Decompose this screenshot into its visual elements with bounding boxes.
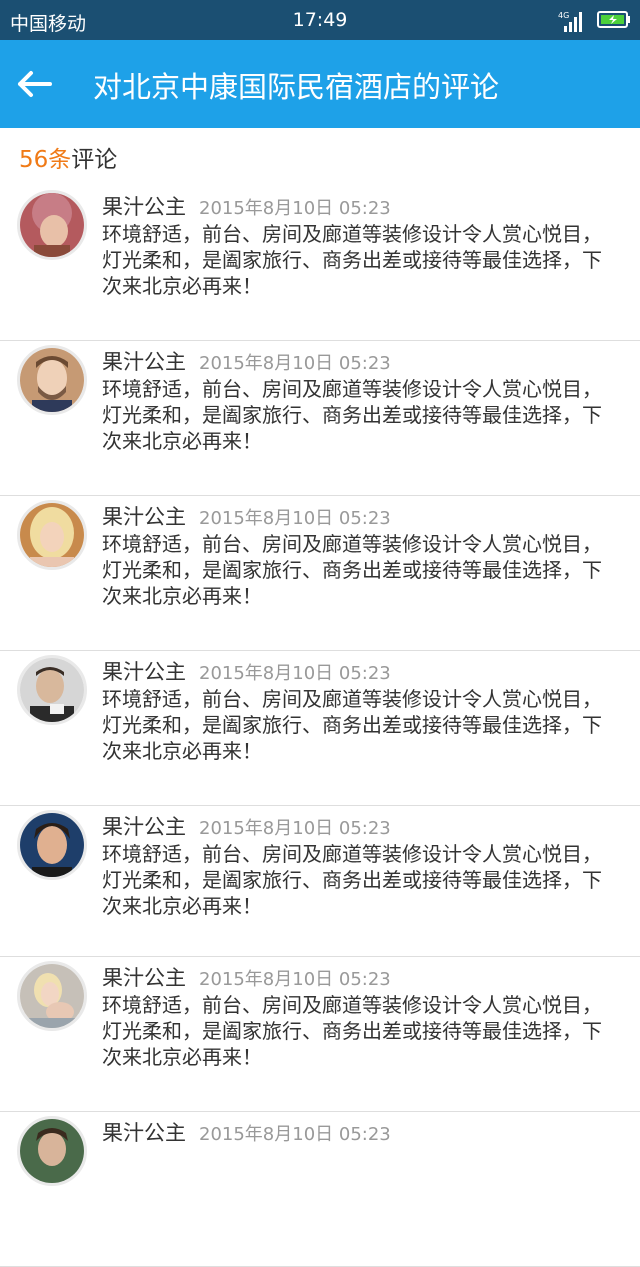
review-date: 2015年8月10日 05:23 [199, 663, 391, 684]
reviewer-name: 果汁公主 [102, 505, 186, 529]
review-count-label: 评论 [71, 147, 118, 173]
avatar[interactable] [17, 961, 87, 1031]
review-date: 2015年8月10日 05:23 [199, 969, 391, 990]
review-item: 果汁公主 2015年8月10日 05:23 环境舒适，前台、房间及廊道等装修设计… [0, 806, 640, 957]
reviewer-name: 果汁公主 [102, 815, 186, 839]
review-date: 2015年8月10日 05:23 [199, 353, 391, 374]
review-text: 环境舒适，前台、房间及廊道等装修设计令人赏心悦目，灯光柔和，是阖家旅行、商务出差… [102, 687, 602, 763]
review-item: 果汁公主 2015年8月10日 05:23 环境舒适，前台、房间及廊道等装修设计… [0, 957, 640, 1112]
back-arrow-icon[interactable] [16, 68, 56, 100]
status-time: 17:49 [292, 9, 348, 31]
review-count: 56条评论 [19, 140, 117, 174]
review-text: 环境舒适，前台、房间及廊道等装修设计令人赏心悦目，灯光柔和，是阖家旅行、商务出差… [102, 842, 602, 918]
status-bar: 中国移动 17:49 4G [0, 0, 640, 40]
review-count-number: 56条 [19, 147, 72, 173]
review-text: 环境舒适，前台、房间及廊道等装修设计令人赏心悦目，灯光柔和，是阖家旅行、商务出差… [102, 993, 602, 1069]
avatar[interactable] [17, 190, 87, 260]
reviewer-name: 果汁公主 [102, 660, 186, 684]
review-item: 果汁公主 2015年8月10日 05:23 [0, 1112, 640, 1267]
review-item: 果汁公主 2015年8月10日 05:23 环境舒适，前台、房间及廊道等装修设计… [0, 341, 640, 496]
app-header: 对北京中康国际民宿酒店的评论 [0, 40, 640, 128]
review-date: 2015年8月10日 05:23 [199, 818, 391, 839]
review-date: 2015年8月10日 05:23 [199, 508, 391, 529]
avatar[interactable] [17, 345, 87, 415]
review-text: 环境舒适，前台、房间及廊道等装修设计令人赏心悦目，灯光柔和，是阖家旅行、商务出差… [102, 532, 602, 608]
page-title: 对北京中康国际民宿酒店的评论 [93, 70, 500, 104]
review-item: 果汁公主 2015年8月10日 05:23 环境舒适，前台、房间及廊道等装修设计… [0, 496, 640, 651]
reviewer-name: 果汁公主 [102, 350, 186, 374]
avatar[interactable] [17, 655, 87, 725]
reviewer-name: 果汁公主 [102, 195, 186, 219]
review-item: 果汁公主 2015年8月10日 05:23 环境舒适，前台、房间及廊道等装修设计… [0, 186, 640, 341]
network-type-label: 4G [558, 11, 569, 20]
review-text: 环境舒适，前台、房间及廊道等装修设计令人赏心悦目，灯光柔和，是阖家旅行、商务出差… [102, 222, 602, 298]
reviewer-name: 果汁公主 [102, 1121, 186, 1145]
review-list: 果汁公主 2015年8月10日 05:23 环境舒适，前台、房间及廊道等装修设计… [0, 186, 640, 1267]
review-item: 果汁公主 2015年8月10日 05:23 环境舒适，前台、房间及廊道等装修设计… [0, 651, 640, 806]
review-date: 2015年8月10日 05:23 [199, 198, 391, 219]
signal-icon: 4G [558, 11, 582, 32]
avatar[interactable] [17, 500, 87, 570]
avatar[interactable] [17, 1116, 87, 1186]
review-text: 环境舒适，前台、房间及廊道等装修设计令人赏心悦目，灯光柔和，是阖家旅行、商务出差… [102, 377, 602, 453]
avatar[interactable] [17, 810, 87, 880]
reviewer-name: 果汁公主 [102, 966, 186, 990]
review-date: 2015年8月10日 05:23 [199, 1124, 391, 1145]
battery-icon [597, 11, 630, 28]
